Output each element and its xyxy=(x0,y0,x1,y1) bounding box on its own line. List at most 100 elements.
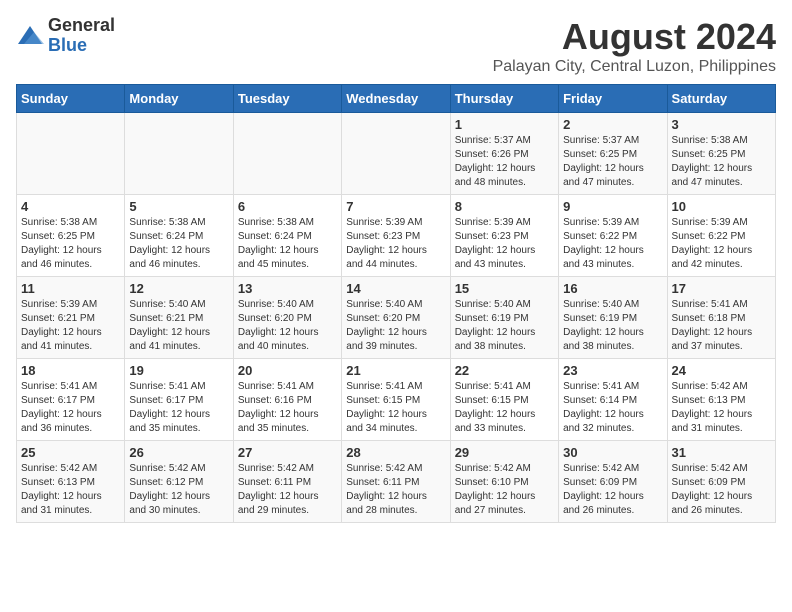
week-row-4: 18Sunrise: 5:41 AM Sunset: 6:17 PM Dayli… xyxy=(17,359,776,441)
day-info: Sunrise: 5:41 AM Sunset: 6:16 PM Dayligh… xyxy=(238,380,337,436)
calendar-header: SundayMondayTuesdayWednesdayThursdayFrid… xyxy=(17,85,776,113)
day-number: 22 xyxy=(455,363,554,378)
day-number: 5 xyxy=(129,199,228,214)
header-saturday: Saturday xyxy=(667,85,775,113)
day-cell: 2Sunrise: 5:37 AM Sunset: 6:25 PM Daylig… xyxy=(559,113,667,195)
day-number: 31 xyxy=(672,445,771,460)
day-info: Sunrise: 5:39 AM Sunset: 6:23 PM Dayligh… xyxy=(346,216,445,272)
day-cell xyxy=(125,113,233,195)
day-info: Sunrise: 5:42 AM Sunset: 6:09 PM Dayligh… xyxy=(672,462,771,518)
day-info: Sunrise: 5:41 AM Sunset: 6:17 PM Dayligh… xyxy=(21,380,120,436)
day-cell: 19 Sunrise: 5:41 AM Sunset: 6:17 PM Dayli… xyxy=(125,359,233,441)
day-number: 20 xyxy=(238,363,337,378)
day-cell xyxy=(233,113,341,195)
day-info: Sunrise: 5:39 AM Sunset: 6:22 PM Dayligh… xyxy=(563,216,662,272)
day-cell: 21 Sunrise: 5:41 AM Sunset: 6:15 PM Dayli… xyxy=(342,359,450,441)
day-cell: 6 Sunrise: 5:38 AM Sunset: 6:24 PM Daylig… xyxy=(233,195,341,277)
header-tuesday: Tuesday xyxy=(233,85,341,113)
day-number: 6 xyxy=(238,199,337,214)
day-number: 30 xyxy=(563,445,662,460)
day-info: Sunrise: 5:40 AM Sunset: 6:19 PM Dayligh… xyxy=(563,298,662,354)
day-info: Sunrise: 5:39 AM Sunset: 6:22 PM Dayligh… xyxy=(672,216,771,272)
logo-icon xyxy=(16,22,44,50)
day-number: 3 xyxy=(672,117,771,132)
day-cell: 30 Sunrise: 5:42 AM Sunset: 6:09 PM Dayli… xyxy=(559,441,667,523)
day-number: 28 xyxy=(346,445,445,460)
day-cell: 18Sunrise: 5:41 AM Sunset: 6:17 PM Dayli… xyxy=(17,359,125,441)
day-number: 24 xyxy=(672,363,771,378)
day-number: 23 xyxy=(563,363,662,378)
day-info: Sunrise: 5:41 AM Sunset: 6:18 PM Dayligh… xyxy=(672,298,771,354)
day-cell: 28 Sunrise: 5:42 AM Sunset: 6:11 PM Dayli… xyxy=(342,441,450,523)
day-number: 10 xyxy=(672,199,771,214)
day-info: Sunrise: 5:42 AM Sunset: 6:13 PM Dayligh… xyxy=(21,462,120,518)
week-row-5: 25 Sunrise: 5:42 AM Sunset: 6:13 PM Dayli… xyxy=(17,441,776,523)
day-number: 4 xyxy=(21,199,120,214)
week-row-3: 11 Sunrise: 5:39 AM Sunset: 6:21 PM Dayli… xyxy=(17,277,776,359)
day-info: Sunrise: 5:38 AM Sunset: 6:25 PM Dayligh… xyxy=(21,216,120,272)
day-number: 25 xyxy=(21,445,120,460)
day-cell: 31 Sunrise: 5:42 AM Sunset: 6:09 PM Dayli… xyxy=(667,441,775,523)
logo: General Blue xyxy=(16,16,115,56)
day-number: 26 xyxy=(129,445,228,460)
day-info: Sunrise: 5:41 AM Sunset: 6:15 PM Dayligh… xyxy=(455,380,554,436)
day-cell: 8Sunrise: 5:39 AM Sunset: 6:23 PM Daylig… xyxy=(450,195,558,277)
day-cell: 17 Sunrise: 5:41 AM Sunset: 6:18 PM Dayli… xyxy=(667,277,775,359)
day-cell: 24Sunrise: 5:42 AM Sunset: 6:13 PM Dayli… xyxy=(667,359,775,441)
logo-text: General Blue xyxy=(48,16,115,56)
day-info: Sunrise: 5:38 AM Sunset: 6:24 PM Dayligh… xyxy=(129,216,228,272)
day-number: 21 xyxy=(346,363,445,378)
day-info: Sunrise: 5:40 AM Sunset: 6:20 PM Dayligh… xyxy=(238,298,337,354)
day-info: Sunrise: 5:39 AM Sunset: 6:21 PM Dayligh… xyxy=(21,298,120,354)
day-info: Sunrise: 5:41 AM Sunset: 6:14 PM Dayligh… xyxy=(563,380,662,436)
day-cell: 10 Sunrise: 5:39 AM Sunset: 6:22 PM Dayli… xyxy=(667,195,775,277)
header-row: SundayMondayTuesdayWednesdayThursdayFrid… xyxy=(17,85,776,113)
logo-general-text: General xyxy=(48,16,115,36)
day-cell: 9 Sunrise: 5:39 AM Sunset: 6:22 PM Daylig… xyxy=(559,195,667,277)
day-cell: 14Sunrise: 5:40 AM Sunset: 6:20 PM Dayli… xyxy=(342,277,450,359)
week-row-2: 4 Sunrise: 5:38 AM Sunset: 6:25 PM Daylig… xyxy=(17,195,776,277)
day-cell: 15Sunrise: 5:40 AM Sunset: 6:19 PM Dayli… xyxy=(450,277,558,359)
day-info: Sunrise: 5:42 AM Sunset: 6:09 PM Dayligh… xyxy=(563,462,662,518)
day-info: Sunrise: 5:42 AM Sunset: 6:10 PM Dayligh… xyxy=(455,462,554,518)
day-number: 1 xyxy=(455,117,554,132)
day-number: 17 xyxy=(672,281,771,296)
day-number: 13 xyxy=(238,281,337,296)
day-cell: 23 Sunrise: 5:41 AM Sunset: 6:14 PM Dayli… xyxy=(559,359,667,441)
day-cell: 7Sunrise: 5:39 AM Sunset: 6:23 PM Daylig… xyxy=(342,195,450,277)
day-cell: 12Sunrise: 5:40 AM Sunset: 6:21 PM Dayli… xyxy=(125,277,233,359)
header-sunday: Sunday xyxy=(17,85,125,113)
header-monday: Monday xyxy=(125,85,233,113)
day-number: 2 xyxy=(563,117,662,132)
day-cell: 5 Sunrise: 5:38 AM Sunset: 6:24 PM Daylig… xyxy=(125,195,233,277)
day-cell: 11 Sunrise: 5:39 AM Sunset: 6:21 PM Dayli… xyxy=(17,277,125,359)
day-cell: 3Sunrise: 5:38 AM Sunset: 6:25 PM Daylig… xyxy=(667,113,775,195)
main-title: August 2024 xyxy=(493,16,776,58)
day-number: 15 xyxy=(455,281,554,296)
day-number: 9 xyxy=(563,199,662,214)
day-cell: 13 Sunrise: 5:40 AM Sunset: 6:20 PM Dayli… xyxy=(233,277,341,359)
day-number: 11 xyxy=(21,281,120,296)
calendar-table: SundayMondayTuesdayWednesdayThursdayFrid… xyxy=(16,84,776,523)
day-cell: 22 Sunrise: 5:41 AM Sunset: 6:15 PM Dayli… xyxy=(450,359,558,441)
day-cell: 29Sunrise: 5:42 AM Sunset: 6:10 PM Dayli… xyxy=(450,441,558,523)
day-info: Sunrise: 5:37 AM Sunset: 6:26 PM Dayligh… xyxy=(455,134,554,190)
day-number: 27 xyxy=(238,445,337,460)
day-number: 16 xyxy=(563,281,662,296)
header-wednesday: Wednesday xyxy=(342,85,450,113)
calendar-body: 1 Sunrise: 5:37 AM Sunset: 6:26 PM Daylig… xyxy=(17,113,776,523)
day-cell xyxy=(342,113,450,195)
day-info: Sunrise: 5:41 AM Sunset: 6:15 PM Dayligh… xyxy=(346,380,445,436)
day-info: Sunrise: 5:38 AM Sunset: 6:24 PM Dayligh… xyxy=(238,216,337,272)
day-info: Sunrise: 5:40 AM Sunset: 6:21 PM Dayligh… xyxy=(129,298,228,354)
day-number: 19 xyxy=(129,363,228,378)
day-info: Sunrise: 5:42 AM Sunset: 6:11 PM Dayligh… xyxy=(238,462,337,518)
day-info: Sunrise: 5:42 AM Sunset: 6:11 PM Dayligh… xyxy=(346,462,445,518)
day-cell: 26 Sunrise: 5:42 AM Sunset: 6:12 PM Dayli… xyxy=(125,441,233,523)
week-row-1: 1 Sunrise: 5:37 AM Sunset: 6:26 PM Daylig… xyxy=(17,113,776,195)
day-info: Sunrise: 5:42 AM Sunset: 6:12 PM Dayligh… xyxy=(129,462,228,518)
title-area: August 2024 Palayan City, Central Luzon,… xyxy=(493,16,776,76)
day-info: Sunrise: 5:41 AM Sunset: 6:17 PM Dayligh… xyxy=(129,380,228,436)
header-friday: Friday xyxy=(559,85,667,113)
day-cell: 20 Sunrise: 5:41 AM Sunset: 6:16 PM Dayli… xyxy=(233,359,341,441)
